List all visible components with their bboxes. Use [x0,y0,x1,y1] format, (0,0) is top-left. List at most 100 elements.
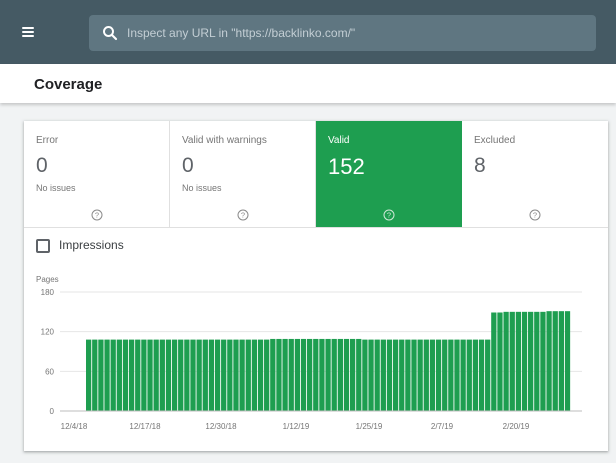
bar [343,338,350,411]
bar [276,338,282,411]
bar [337,338,343,411]
url-inspect-search-box[interactable] [89,15,596,51]
bar [208,339,215,411]
bar [325,338,331,411]
bar [184,339,190,411]
bar [497,312,503,411]
bar [190,339,196,411]
x-tick-label: 1/25/19 [356,422,383,431]
bar [165,339,172,411]
y-axis-label: Pages [36,275,59,284]
bar [442,339,448,411]
bar [294,338,301,411]
bar [528,311,534,411]
bar [399,339,405,411]
bar [319,338,325,411]
bar [128,339,135,411]
bar [429,339,436,411]
bar [227,339,233,411]
bar [98,339,104,411]
bar [485,339,491,411]
page-header: Coverage [0,64,616,103]
bar [460,339,466,411]
bar [116,339,122,411]
bar [405,339,411,411]
bar [564,311,571,411]
page-title: Coverage [34,76,103,93]
x-tick-label: 1/12/19 [283,422,310,431]
bar [356,338,362,411]
bar [540,311,546,411]
bar [221,339,227,411]
bar [546,311,552,411]
bar [478,339,485,411]
bar [558,311,565,411]
bar [251,339,258,411]
bar [454,339,460,411]
x-tick-label: 2/7/19 [431,422,454,431]
bar [534,311,540,411]
bar [313,338,319,411]
bar [368,339,374,411]
bar [288,338,294,411]
hamburger-menu-icon[interactable] [18,22,40,42]
bar [307,338,313,411]
bar [264,339,270,411]
top-app-bar [0,0,616,64]
bar [374,339,380,411]
bar [239,339,245,411]
coverage-card: Error 0 No issues ? Valid with warnings … [24,121,608,451]
bar [110,339,116,411]
bar [202,339,208,411]
bar [122,339,129,411]
bar [245,339,251,411]
bar [435,339,442,411]
bar [171,339,178,411]
bar [331,338,337,411]
bar [515,311,522,411]
y-tick-label: 120 [41,328,55,337]
bar [472,339,479,411]
pages-bar-chart: Pages 180 120 60 0 12/4/18 12/17/18 12/30/18 1/1… [36,275,582,431]
url-inspect-input[interactable] [127,15,582,51]
bar [135,339,141,411]
y-tick-label: 0 [50,407,55,416]
x-tick-label: 12/17/18 [129,422,161,431]
y-tick-label: 180 [41,288,55,297]
y-tick-label: 60 [45,367,54,376]
bar [300,338,307,411]
bar [282,338,288,411]
x-tick-label: 2/20/19 [503,422,530,431]
bar [362,339,368,411]
bar [270,338,276,411]
bar [86,339,92,411]
bar [411,339,417,411]
bar [147,339,153,411]
bar [159,339,165,411]
bar [104,339,110,411]
bar [392,339,399,411]
bar [503,311,509,411]
bar [233,339,239,411]
bar [509,311,515,411]
bar [153,339,159,411]
bar [491,312,497,411]
bar [178,339,184,411]
bar [423,339,429,411]
bar [521,311,528,411]
bar [380,339,386,411]
bar [466,339,472,411]
bar [349,338,356,411]
bar [196,339,202,411]
bar [257,339,264,411]
bar [141,339,147,411]
bar [552,311,558,411]
bar [214,339,221,411]
bar [417,339,423,411]
bar [92,339,98,411]
search-icon [103,26,118,41]
x-tick-label: 12/4/18 [61,422,88,431]
bar [386,339,393,411]
x-tick-label: 12/30/18 [205,422,237,431]
bar [448,339,454,411]
